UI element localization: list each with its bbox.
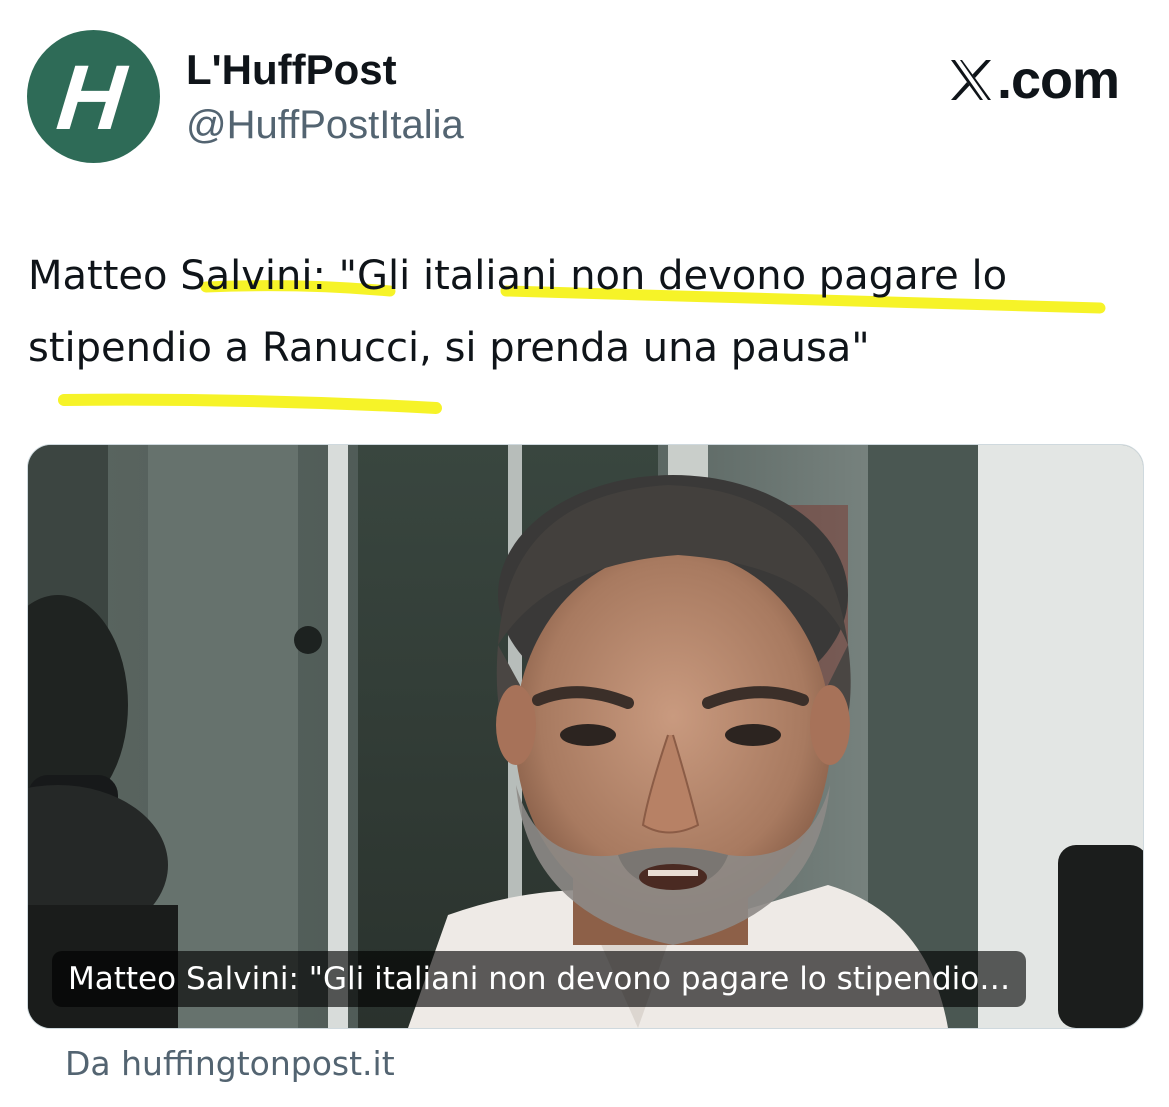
x-logo-icon	[950, 60, 991, 100]
account-avatar[interactable]: H	[27, 30, 160, 163]
photo-matteo-salvini	[28, 445, 1143, 1028]
link-source[interactable]: Da huffingtonpost.it	[65, 1040, 395, 1088]
account-handle[interactable]: @HuffPostItalia	[186, 100, 464, 150]
tweet-text: Matteo Salvini: "Gli italiani non devono…	[28, 253, 1008, 371]
brand-text: .com	[996, 50, 1120, 110]
brand-watermark: .com	[947, 50, 1120, 110]
avatar-letter: H	[52, 46, 131, 149]
link-preview-caption: Matteo Salvini: "Gli italiani non devono…	[52, 951, 1027, 1007]
link-preview-card[interactable]: Matteo Salvini: "Gli italiani non devono…	[27, 444, 1144, 1029]
highlight-stroke-3	[58, 393, 442, 414]
account-display-name[interactable]: L'HuffPost	[186, 44, 397, 96]
